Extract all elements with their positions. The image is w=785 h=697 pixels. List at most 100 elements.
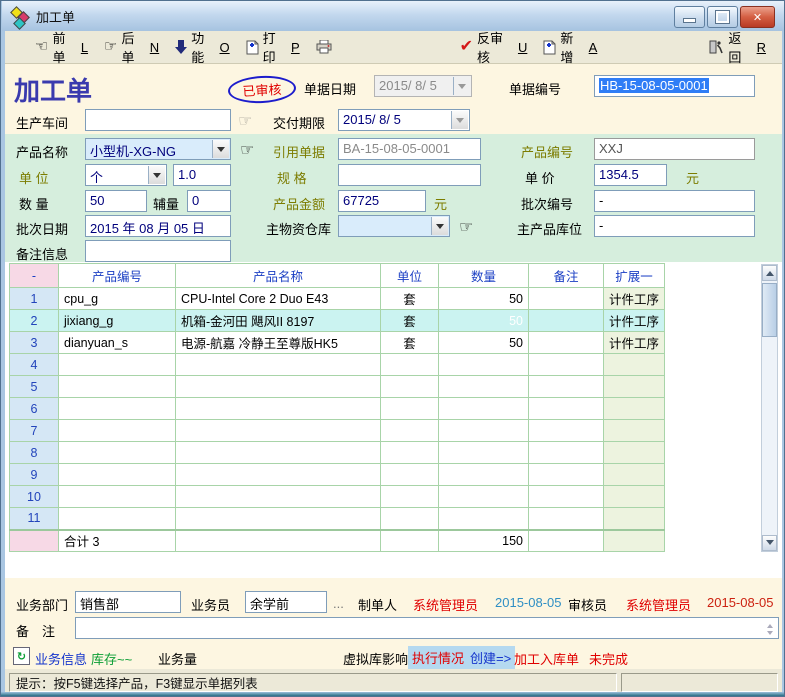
column-header[interactable]: 数量	[439, 264, 529, 288]
minimize-button[interactable]	[674, 6, 705, 28]
table-cell[interactable]	[59, 508, 176, 530]
table-cell[interactable]	[59, 376, 176, 398]
table-cell[interactable]	[529, 420, 604, 442]
unit-dropdown-button[interactable]	[148, 166, 165, 184]
note-scroll-down-icon[interactable]	[764, 629, 775, 639]
table-cell[interactable]: 计件工序	[604, 310, 665, 332]
column-header[interactable]: -	[10, 264, 59, 288]
table-cell[interactable]	[604, 508, 665, 530]
table-cell[interactable]	[529, 310, 604, 332]
table-scrollbar[interactable]	[761, 264, 778, 552]
table-cell[interactable]	[529, 398, 604, 420]
unit-combo[interactable]: 个	[85, 164, 167, 186]
table-cell[interactable]	[176, 508, 381, 530]
table-cell[interactable]	[176, 398, 381, 420]
salesman-input[interactable]: 余学前	[245, 591, 327, 613]
table-cell[interactable]	[439, 420, 529, 442]
function-menu-button[interactable]: 功能O	[175, 28, 229, 66]
refresh-doc-icon[interactable]: ↻	[13, 647, 30, 665]
doc-date-dropdown-button[interactable]	[453, 77, 470, 95]
qty-input[interactable]: 50	[85, 190, 147, 212]
doc-date-combo[interactable]: 2015/ 8/ 5	[374, 75, 472, 97]
warehouse-picker-hand-icon[interactable]: ☞	[459, 217, 473, 237]
table-cell[interactable]: cpu_g	[59, 288, 176, 310]
table-cell[interactable]	[59, 354, 176, 376]
table-cell[interactable]: 计件工序	[604, 332, 665, 354]
table-cell[interactable]: 50	[439, 310, 529, 332]
create-button[interactable]: 创建=>	[466, 646, 515, 669]
table-cell[interactable]	[529, 486, 604, 508]
table-cell[interactable]	[604, 398, 665, 420]
table-cell[interactable]: 50	[439, 288, 529, 310]
table-cell[interactable]	[176, 486, 381, 508]
column-header[interactable]: 扩展一	[604, 264, 665, 288]
table-cell[interactable]	[439, 376, 529, 398]
table-cell[interactable]	[176, 376, 381, 398]
maximize-button[interactable]	[707, 6, 738, 28]
column-header[interactable]: 单位	[381, 264, 439, 288]
stock-link[interactable]: 库存~~	[91, 649, 132, 668]
table-cell[interactable]: 电源-航嘉 冷静王至尊版HK5	[176, 332, 381, 354]
exec-status-button[interactable]: 执行情况	[408, 646, 468, 669]
dept-input[interactable]: 销售部	[75, 591, 181, 613]
table-cell[interactable]	[604, 420, 665, 442]
table-cell[interactable]	[59, 486, 176, 508]
table-cell[interactable]	[439, 508, 529, 530]
remark-input[interactable]	[85, 240, 231, 262]
more-button[interactable]: ...	[333, 596, 344, 611]
note-scroll-up-icon[interactable]	[764, 619, 775, 629]
printer-quick-button[interactable]	[316, 40, 332, 54]
table-cell[interactable]: CPU-Intel Core 2 Duo E43	[176, 288, 381, 310]
amount-input[interactable]: 67725	[338, 190, 426, 212]
print-button[interactable]: 打印P	[246, 28, 300, 66]
product-name-combo[interactable]: 小型机-XG-NG	[85, 138, 231, 160]
table-cell[interactable]: 套	[381, 310, 439, 332]
table-cell[interactable]: 套	[381, 288, 439, 310]
note-input[interactable]	[75, 617, 779, 639]
return-button[interactable]: 返回R	[709, 28, 766, 66]
table-cell[interactable]	[439, 486, 529, 508]
table-cell[interactable]	[381, 486, 439, 508]
table-cell[interactable]	[381, 464, 439, 486]
workshop-input[interactable]	[85, 109, 231, 131]
batch-date-input[interactable]: 2015 年 08 月 05 日	[85, 215, 231, 237]
table-cell[interactable]: 50	[439, 332, 529, 354]
table-cell[interactable]	[176, 354, 381, 376]
table-cell[interactable]	[176, 420, 381, 442]
table-cell[interactable]: 计件工序	[604, 288, 665, 310]
location-input[interactable]: -	[594, 215, 755, 237]
table-cell[interactable]	[59, 442, 176, 464]
unaudit-button[interactable]: ✔ 反审核U	[460, 28, 528, 66]
column-header[interactable]: 备注	[529, 264, 604, 288]
table-cell[interactable]	[604, 354, 665, 376]
table-cell[interactable]	[529, 332, 604, 354]
table-cell[interactable]	[439, 398, 529, 420]
table-cell[interactable]	[529, 354, 604, 376]
table-cell[interactable]	[529, 464, 604, 486]
scroll-down-button[interactable]	[762, 535, 777, 551]
table-cell[interactable]	[176, 442, 381, 464]
biz-info-link[interactable]: 业务信息	[35, 649, 87, 668]
table-cell[interactable]	[59, 420, 176, 442]
table-cell[interactable]	[604, 442, 665, 464]
doc-no-input[interactable]: HB-15-08-05-0001	[594, 75, 755, 97]
column-header[interactable]: 产品名称	[176, 264, 381, 288]
next-doc-button[interactable]: ☞ 后单N	[104, 28, 159, 66]
table-cell[interactable]	[529, 508, 604, 530]
table-cell[interactable]	[381, 508, 439, 530]
table-cell[interactable]: jixiang_g	[59, 310, 176, 332]
close-button[interactable]: ✕	[740, 6, 775, 28]
table-cell[interactable]: 套	[381, 332, 439, 354]
table-cell[interactable]	[176, 464, 381, 486]
table-cell[interactable]	[604, 464, 665, 486]
table-cell[interactable]	[381, 398, 439, 420]
inbound-doc-link[interactable]: 加工入库单	[514, 649, 579, 668]
table-cell[interactable]	[604, 486, 665, 508]
unit-ratio-input[interactable]: 1.0	[173, 164, 231, 186]
product-code-input[interactable]: XXJ	[594, 138, 755, 160]
add-new-button[interactable]: 新增A	[543, 28, 597, 66]
table-cell[interactable]	[439, 442, 529, 464]
prev-doc-button[interactable]: ☜ 前单L	[35, 28, 88, 66]
batch-no-input[interactable]: -	[594, 190, 755, 212]
scroll-up-button[interactable]	[762, 265, 777, 281]
